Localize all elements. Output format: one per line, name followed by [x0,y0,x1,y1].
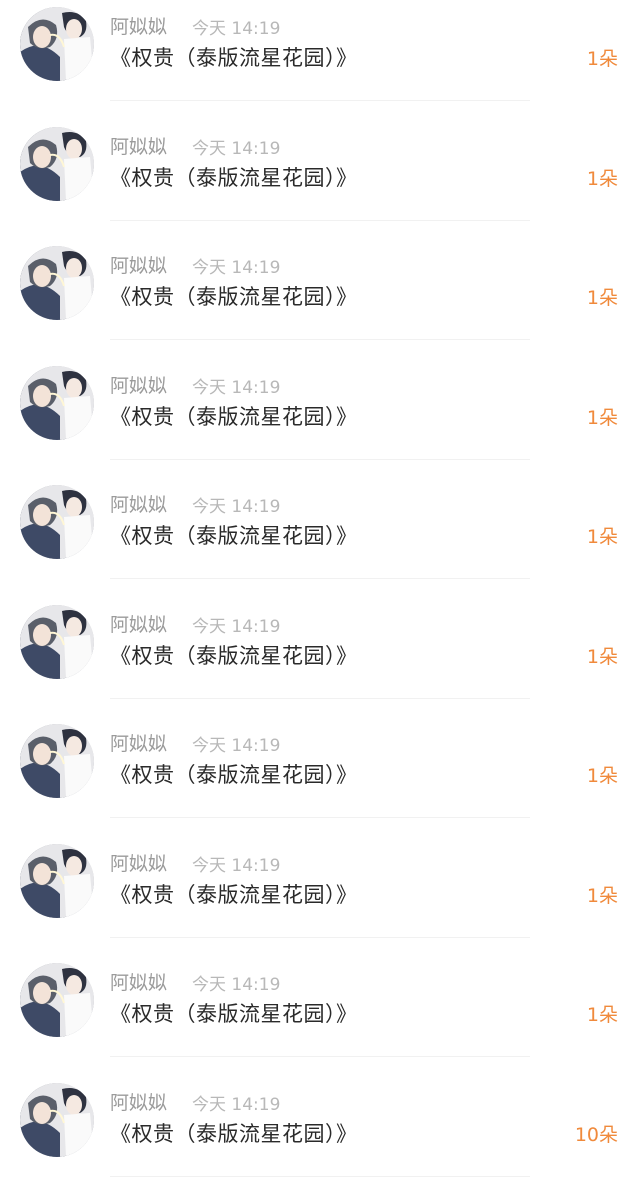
flower-count: 1朵 [586,526,618,548]
list-item[interactable]: 阿姒姒 今天 14:19 《权贵（泰版流星花园）》 10朵 [0,1058,640,1177]
username[interactable]: 阿姒姒 [110,849,167,876]
list-item[interactable]: 阿姒姒 今天 14:19 《权贵（泰版流星花园）》 1朵 [0,580,640,699]
username[interactable]: 阿姒姒 [110,1088,167,1115]
timestamp: 今天 14:19 [192,1094,281,1115]
work-title: 《权贵（泰版流星花园）》 [110,763,358,787]
timestamp: 今天 14:19 [192,138,281,159]
flower-count: 1朵 [586,884,618,907]
work-title: 《权贵（泰版流星花园）》 [110,524,358,548]
timestamp: 今天 14:19 [192,497,281,517]
row-divider [110,1175,530,1177]
work-title: 《权贵（泰版流星花园）》 [110,1121,358,1146]
anime-portrait-avatar-icon [20,7,94,81]
flower-count: 1朵 [586,48,618,70]
avatar[interactable] [20,963,94,1037]
timestamp: 今天 14:19 [192,855,281,876]
list-item[interactable]: 阿姒姒 今天 14:19 《权贵（泰版流星花园）》 1朵 [0,221,640,340]
flower-count: 1朵 [586,765,618,787]
list-item[interactable]: 阿姒姒 今天 14:19 《权贵（泰版流星花园）》 1朵 [0,102,640,221]
list-item[interactable]: 阿姒姒 今天 14:19 《权贵（泰版流星花园）》 1朵 [0,341,640,460]
anime-portrait-avatar-icon [20,843,94,918]
anime-portrait-avatar-icon [20,246,94,320]
flower-count: 1朵 [586,406,618,429]
timestamp: 今天 14:19 [192,616,281,637]
list-item[interactable]: 阿姒姒 今天 14:19 《权贵（泰版流星花园）》 1朵 [0,460,640,579]
username[interactable]: 阿姒姒 [110,610,167,637]
username[interactable]: 阿姒姒 [110,490,167,517]
flower-count: 10朵 [574,1123,618,1146]
username[interactable]: 阿姒姒 [110,132,167,159]
username[interactable]: 阿姒姒 [110,371,167,398]
username[interactable]: 阿姒姒 [110,251,167,278]
anime-portrait-avatar-icon [20,1082,94,1157]
timestamp: 今天 14:19 [192,377,281,398]
work-title: 《权贵（泰版流星花园）》 [110,285,358,309]
list-item[interactable]: 阿姒姒 今天 14:19 《权贵（泰版流星花园）》 1朵 [0,699,640,818]
avatar[interactable] [20,485,94,559]
flower-count: 1朵 [586,167,618,190]
avatar[interactable] [20,126,94,201]
timestamp: 今天 14:19 [192,258,281,278]
work-title: 《权贵（泰版流星花园）》 [110,1002,358,1026]
username[interactable]: 阿姒姒 [110,968,167,995]
timestamp: 今天 14:19 [192,736,281,756]
work-title: 《权贵（泰版流星花园）》 [110,46,358,70]
anime-portrait-avatar-icon [20,126,94,201]
work-title: 《权贵（泰版流星花园）》 [110,882,358,907]
work-title: 《权贵（泰版流星花园）》 [110,643,358,668]
list-item[interactable]: 阿姒姒 今天 14:19 《权贵（泰版流星花园）》 1朵 [0,819,640,938]
avatar[interactable] [20,246,94,320]
timestamp: 今天 14:19 [192,19,281,39]
username[interactable]: 阿姒姒 [110,729,167,756]
avatar[interactable] [20,724,94,798]
avatar[interactable] [20,1082,94,1157]
anime-portrait-avatar-icon [20,365,94,440]
work-title: 《权贵（泰版流星花园）》 [110,165,358,190]
anime-portrait-avatar-icon [20,485,94,559]
avatar[interactable] [20,604,94,679]
list-item[interactable]: 阿姒姒 今天 14:19 《权贵（泰版流星花园）》 1朵 [0,938,640,1057]
timestamp: 今天 14:19 [192,975,281,995]
list-item[interactable]: 阿姒姒 今天 14:19 《权贵（泰版流星花园）》 1朵 [0,0,640,101]
flower-count: 1朵 [586,645,618,668]
work-title: 《权贵（泰版流星花园）》 [110,404,358,429]
avatar[interactable] [20,7,94,81]
avatar[interactable] [20,843,94,918]
username[interactable]: 阿姒姒 [110,12,167,39]
anime-portrait-avatar-icon [20,724,94,798]
avatar[interactable] [20,365,94,440]
anime-portrait-avatar-icon [20,963,94,1037]
anime-portrait-avatar-icon [20,604,94,679]
flower-count: 1朵 [586,1004,618,1026]
flower-count: 1朵 [586,287,618,309]
